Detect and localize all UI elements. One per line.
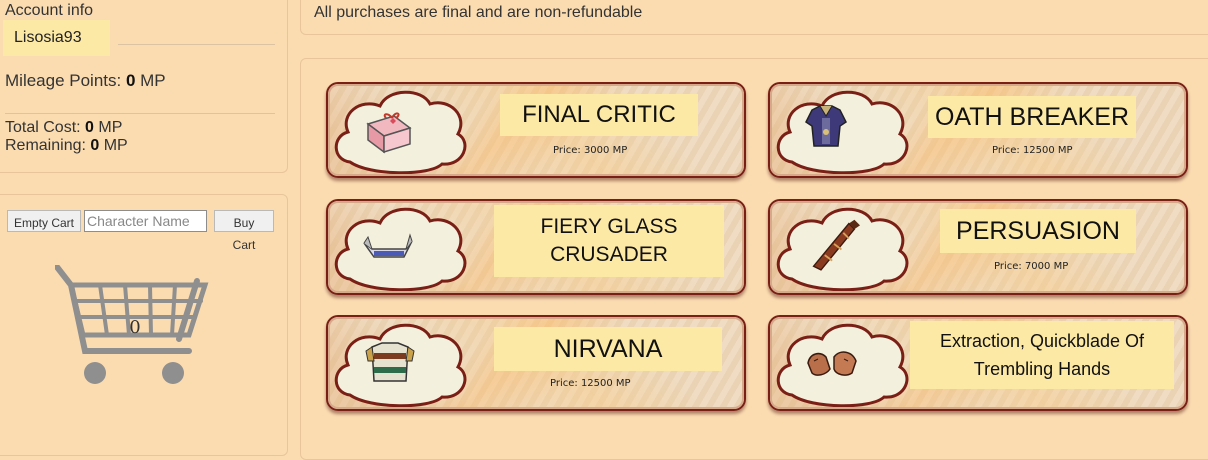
username-badge: Lisosia93 [3,20,110,56]
refund-notice: All purchases are final and are non-refu… [314,4,643,21]
item-card-final-critic[interactable]: FINAL CRITIC Price: 3000 MP [326,82,746,178]
item-name: PERSUASION [940,209,1136,253]
robe-icon [365,342,415,382]
item-card-nirvana[interactable]: NIRVANA Price: 12500 MP [326,315,746,411]
buy-cart-button[interactable]: Buy Cart [214,210,274,252]
mileage-points: Mileage Points: 0 MP [5,71,166,91]
item-price: Price: 7000 MP [994,261,1069,272]
gift-box-icon [366,112,412,154]
item-card-fiery-glass-crusader[interactable]: FIERY GLASS CRUSADER [326,199,746,295]
item-card-oath-breaker[interactable]: OATH BREAKER Price: 12500 MP [768,82,1188,178]
item-price: Price: 3000 MP [553,145,628,156]
account-info-title: Account info [5,2,94,19]
character-name-input[interactable] [84,210,207,232]
item-card-extraction[interactable]: Extraction, Quickblade Of Trembling Hand… [768,315,1188,411]
cart-count: 0 [129,317,140,338]
remaining-value: 0 [90,137,100,154]
remaining-label: Remaining: [5,137,91,154]
item-name: NIRVANA [494,327,722,371]
mileage-label: Mileage Points: [5,71,126,90]
scabbard-icon [812,219,860,271]
item-card-persuasion[interactable]: PERSUASION Price: 7000 MP [768,199,1188,295]
total-cost-value: 0 [85,119,94,136]
belt-icon [363,233,413,258]
total-cost-label: Total Cost: [5,119,86,136]
item-name: Extraction, Quickblade Of Trembling Hand… [910,321,1174,389]
total-cost: Total Cost: 0 MP [5,119,122,137]
account-panel: Account info Lisosia93 Mileage Points: 0… [0,0,288,173]
total-cost-unit: MP [93,119,123,136]
item-name: FIERY GLASS CRUSADER [494,205,724,277]
empty-cart-button[interactable]: Empty Cart [7,210,81,232]
divider [5,113,275,114]
mileage-unit: MP [135,71,166,90]
notice-panel: All purchases are final and are non-refu… [300,0,1208,35]
item-price: Price: 12500 MP [992,145,1073,156]
divider [118,44,275,45]
item-name: OATH BREAKER [928,96,1136,138]
armor-icon [805,105,847,147]
gloves-icon [807,351,857,376]
mileage-value: 0 [125,71,136,90]
remaining-unit: MP [99,137,128,154]
cart-panel: Empty Cart Buy Cart 0 [0,194,288,456]
shopping-cart-icon[interactable]: 0 [55,265,215,389]
item-name: FINAL CRITIC [500,94,698,136]
remaining: Remaining: 0 MP [5,137,128,155]
item-price: Price: 12500 MP [550,378,631,389]
